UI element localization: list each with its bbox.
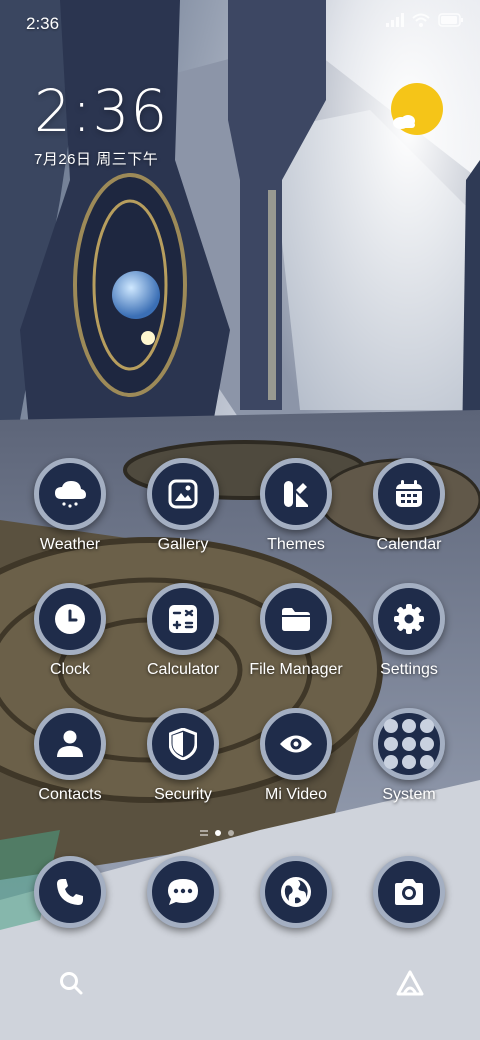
clock-icon <box>34 583 106 655</box>
dock-messages[interactable] <box>123 856 243 928</box>
folder-icon <box>260 583 332 655</box>
mini-app-icon <box>420 755 434 769</box>
calculator-icon <box>147 583 219 655</box>
assistant-icon[interactable] <box>394 968 426 998</box>
mini-app-icon <box>384 737 398 751</box>
status-bar: 2:36 <box>0 0 480 50</box>
mini-app-icon <box>384 719 398 733</box>
battery-icon <box>438 13 464 32</box>
app-contacts[interactable]: Contacts <box>10 708 130 804</box>
folder-system[interactable]: System <box>349 708 469 804</box>
page-dot-current <box>215 830 221 836</box>
message-icon <box>147 856 219 928</box>
mini-app-icon <box>402 719 416 733</box>
gallery-icon <box>147 458 219 530</box>
app-label: Contacts <box>38 786 102 803</box>
mini-app-icon <box>420 737 434 751</box>
mini-app-icon <box>402 737 416 751</box>
app-label: Mi Video <box>265 786 327 803</box>
themes-icon <box>260 458 332 530</box>
app-label: Calendar <box>376 536 442 553</box>
app-label: System <box>382 786 436 803</box>
shield-icon <box>147 708 219 780</box>
dock-camera[interactable] <box>349 856 469 928</box>
app-mi-video[interactable]: Mi Video <box>236 708 356 804</box>
signal-icon <box>386 13 404 32</box>
wifi-icon <box>412 13 430 32</box>
app-weather[interactable]: Weather <box>10 458 130 554</box>
mini-app-icon <box>384 755 398 769</box>
folder-grid-icon <box>373 708 445 780</box>
widget-date: 7月26日 周三下午 <box>34 151 159 168</box>
clock-widget[interactable]: 2:36 7月26日 周三下午 <box>34 82 168 169</box>
app-label: Clock <box>49 661 90 678</box>
app-gallery[interactable]: Gallery <box>123 458 243 554</box>
status-time: 2:36 <box>26 14 60 33</box>
dock-phone[interactable] <box>10 856 130 928</box>
app-label: Calculator <box>146 661 220 678</box>
app-calendar[interactable]: Calendar <box>349 458 469 554</box>
app-clock[interactable]: Clock <box>10 583 130 679</box>
app-label: Settings <box>380 661 438 678</box>
camera-icon <box>373 856 445 928</box>
gear-icon <box>373 583 445 655</box>
phone-icon <box>34 856 106 928</box>
contacts-icon <box>34 708 106 780</box>
app-label: Security <box>154 786 212 803</box>
search-icon[interactable] <box>56 968 86 998</box>
weather-icon <box>34 458 106 530</box>
app-calculator[interactable]: Calculator <box>123 583 243 679</box>
page-indicator[interactable] <box>200 830 234 836</box>
app-security[interactable]: Security <box>123 708 243 804</box>
mini-app-icon <box>420 719 434 733</box>
app-label: Gallery <box>157 536 209 553</box>
calendar-icon <box>373 458 445 530</box>
widget-time: 2:36 <box>34 77 169 145</box>
app-settings[interactable]: Settings <box>349 583 469 679</box>
sun-cloud-icon[interactable] <box>390 82 444 136</box>
eye-icon <box>260 708 332 780</box>
app-themes[interactable]: Themes <box>236 458 356 554</box>
app-label: Themes <box>267 536 325 553</box>
page-list-icon <box>200 830 208 836</box>
browser-globe-icon <box>260 856 332 928</box>
dock-browser[interactable] <box>236 856 356 928</box>
mini-app-icon <box>402 755 416 769</box>
app-file-manager[interactable]: File Manager <box>236 583 356 679</box>
app-label: File Manager <box>249 661 343 678</box>
app-label: Weather <box>39 536 101 553</box>
page-dot <box>228 830 234 836</box>
bottom-bar <box>0 960 480 1006</box>
status-icons <box>386 13 464 32</box>
